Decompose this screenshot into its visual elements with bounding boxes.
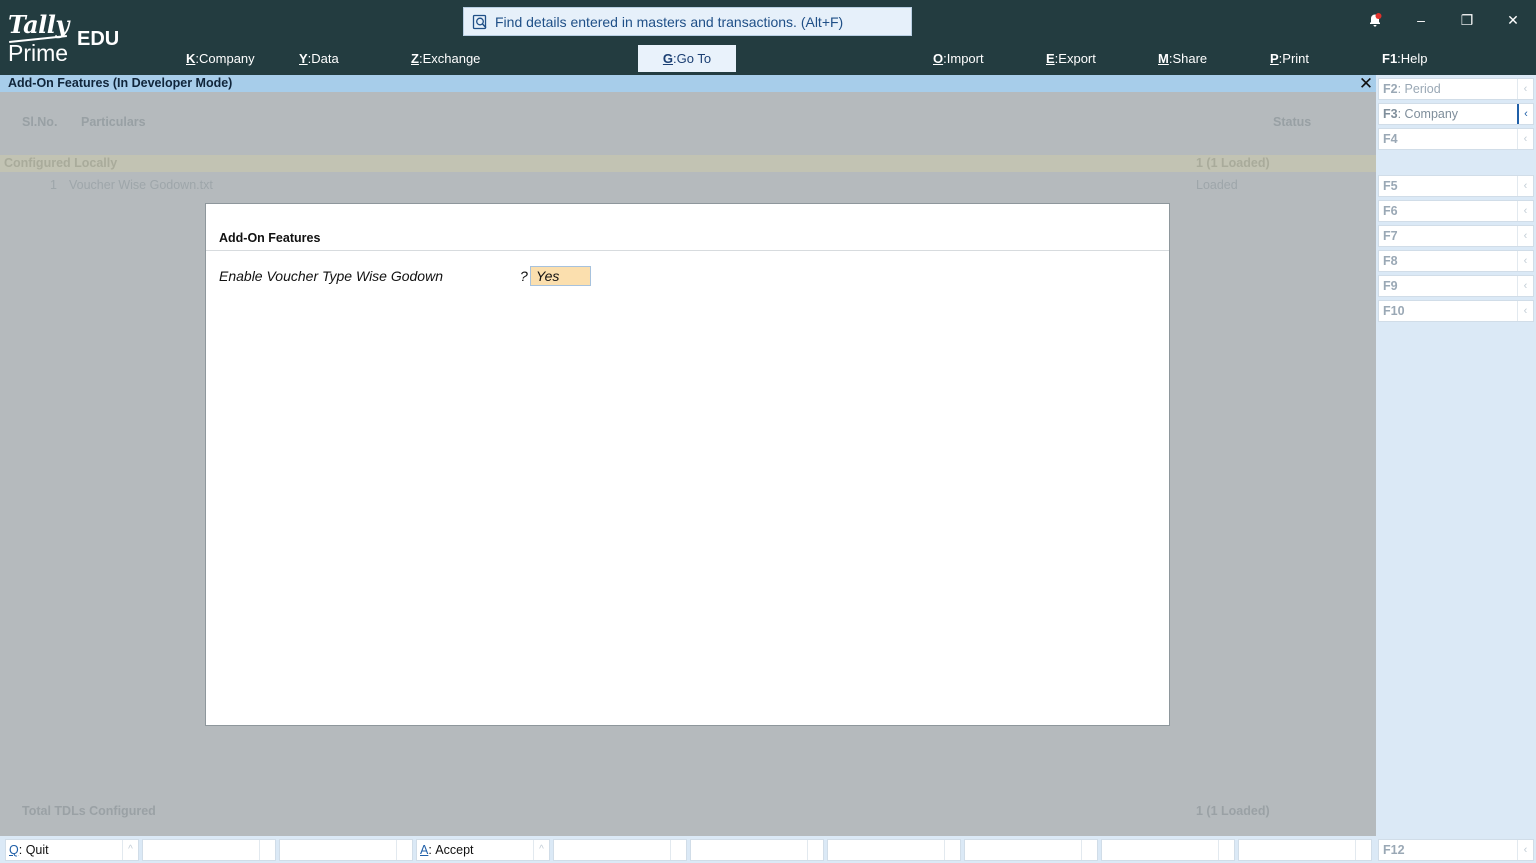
chevron-left-icon: ‹ <box>1517 226 1533 246</box>
close-window-button[interactable]: ✕ <box>1490 8 1536 32</box>
chevron-left-icon: ‹ <box>1517 251 1533 271</box>
quit-button[interactable]: Q: Quit ^ <box>5 839 139 861</box>
column-header-slno: Sl.No. <box>22 115 58 129</box>
right-button-panel: F2: Period ‹ F3: Company ‹ F4 ‹ F5 ‹ F6 ‹ F7 ‹… <box>1376 75 1536 863</box>
group-name: Configured Locally <box>4 156 118 170</box>
edition-label: EDU <box>77 28 120 50</box>
chevron-left-icon: ‹ <box>1517 840 1533 860</box>
field-label: Enable Voucher Type Wise Godown <box>219 268 443 284</box>
field-question-mark: ? <box>520 268 528 284</box>
menu-company[interactable]: K: Company <box>186 45 255 72</box>
screen-title: Add-On Features (In Developer Mode) <box>0 75 1376 92</box>
restore-button[interactable]: ❐ <box>1444 8 1490 32</box>
group-row: Configured Locally 1 (1 Loaded) <box>0 155 1376 172</box>
top-bar: Tally Prime EDU Find details entered in … <box>0 0 1536 75</box>
total-value: 1 (1 Loaded) <box>1196 804 1270 818</box>
menu-share[interactable]: M: Share <box>1158 45 1207 72</box>
chevron-up-icon <box>1081 840 1097 860</box>
bottom-button-empty[interactable] <box>827 839 961 861</box>
chevron-left-icon: ‹ <box>1517 79 1533 99</box>
item-number: 1 <box>50 178 57 192</box>
accept-button[interactable]: A: Accept ^ <box>416 839 550 861</box>
menu-import[interactable]: O: Import <box>933 45 984 72</box>
logo-prime: Prime <box>8 40 69 66</box>
bottom-button-empty[interactable] <box>142 839 276 861</box>
chevron-left-icon: ‹ <box>1517 104 1533 124</box>
f12-button[interactable]: F12 ‹ <box>1378 839 1534 861</box>
f2-period-button[interactable]: F2: Period ‹ <box>1378 78 1534 100</box>
dialog-divider <box>206 250 1169 251</box>
bottom-button-empty[interactable] <box>964 839 1098 861</box>
item-name: Voucher Wise Godown.txt <box>69 178 213 192</box>
menu-help[interactable]: F1: Help <box>1382 45 1428 72</box>
f9-button[interactable]: F9 ‹ <box>1378 275 1534 297</box>
bottom-button-empty[interactable] <box>1101 839 1235 861</box>
f6-button[interactable]: F6 ‹ <box>1378 200 1534 222</box>
menu-exchange[interactable]: Z: Exchange <box>411 45 480 72</box>
menu-print[interactable]: P: Print <box>1270 45 1309 72</box>
chevron-left-icon: ‹ <box>1517 301 1533 321</box>
close-screen-icon[interactable]: ✕ <box>1356 75 1376 92</box>
item-status: Loaded <box>1196 178 1238 192</box>
f3-company-button[interactable]: F3: Company ‹ <box>1378 103 1534 125</box>
chevron-up-icon <box>944 840 960 860</box>
chevron-up-icon <box>1355 840 1371 860</box>
column-header-particulars: Particulars <box>81 115 146 129</box>
chevron-up-icon <box>670 840 686 860</box>
f4-button[interactable]: F4 ‹ <box>1378 128 1534 150</box>
menu-export[interactable]: E: Export <box>1046 45 1096 72</box>
bottom-button-empty[interactable] <box>553 839 687 861</box>
enable-godown-field[interactable]: Yes <box>530 266 591 286</box>
search-icon <box>472 14 488 30</box>
add-on-features-dialog: Add-On Features Enable Voucher Type Wise… <box>205 203 1170 726</box>
f8-button[interactable]: F8 ‹ <box>1378 250 1534 272</box>
menu-goto[interactable]: G: Go To <box>638 45 736 72</box>
search-box[interactable]: Find details entered in masters and tran… <box>463 7 912 36</box>
chevron-up-icon <box>807 840 823 860</box>
chevron-up-icon <box>396 840 412 860</box>
bottom-button-empty[interactable] <box>690 839 824 861</box>
f5-button[interactable]: F5 ‹ <box>1378 175 1534 197</box>
chevron-up-icon <box>1218 840 1234 860</box>
dialog-title: Add-On Features <box>219 231 321 245</box>
search-placeholder: Find details entered in masters and tran… <box>495 13 844 30</box>
bottom-button-empty[interactable] <box>1238 839 1372 861</box>
chevron-left-icon: ‹ <box>1517 129 1533 149</box>
minimize-button[interactable]: – <box>1398 8 1444 32</box>
chevron-left-icon: ‹ <box>1517 176 1533 196</box>
chevron-up-icon: ^ <box>122 840 138 860</box>
chevron-up-icon <box>259 840 275 860</box>
chevron-left-icon: ‹ <box>1517 201 1533 221</box>
column-header-status: Status <box>1273 115 1312 129</box>
window-controls: – ❐ ✕ <box>1352 8 1536 32</box>
chevron-left-icon: ‹ <box>1517 276 1533 296</box>
total-label: Total TDLs Configured <box>22 804 156 818</box>
bottom-button-bar: Q: Quit ^ A: Accept ^ <box>0 836 1376 863</box>
f7-button[interactable]: F7 ‹ <box>1378 225 1534 247</box>
menu-data[interactable]: Y: Data <box>299 45 339 72</box>
group-count: 1 (1 Loaded) <box>1196 156 1270 170</box>
f10-button[interactable]: F10 ‹ <box>1378 300 1534 322</box>
bottom-button-empty[interactable] <box>279 839 413 861</box>
chevron-up-icon: ^ <box>533 840 549 860</box>
notification-bell-icon[interactable] <box>1352 8 1398 32</box>
